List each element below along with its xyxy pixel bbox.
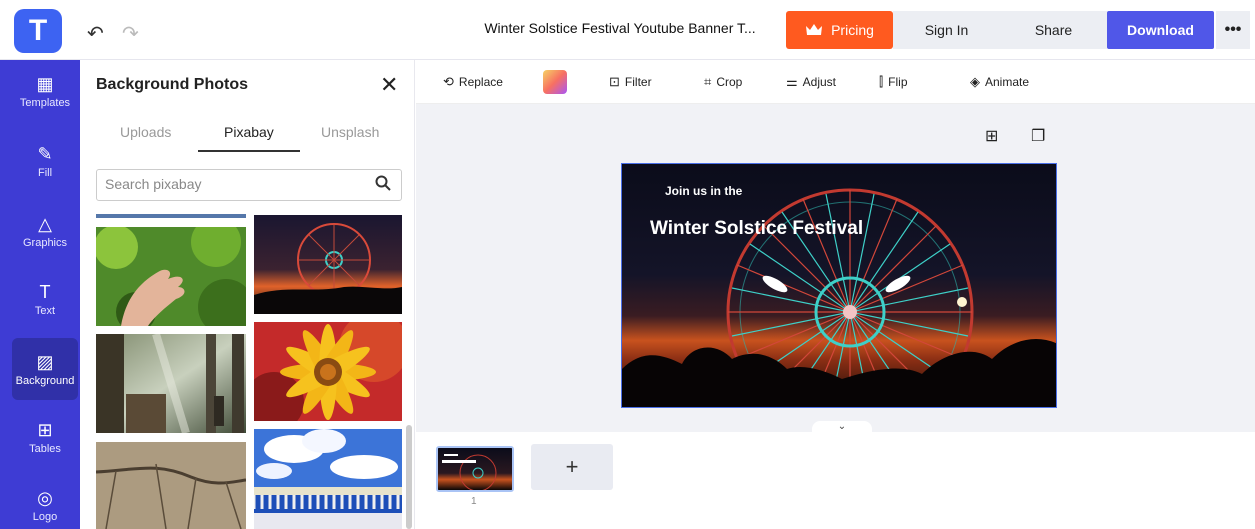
image-toolbar: ⟲ Replace ⊡ Filter ⌗ Crop ⚌ Adjust ⫿ Fli… — [416, 60, 1255, 104]
text-icon: T — [39, 281, 51, 302]
page-thumbnail[interactable] — [436, 446, 514, 492]
sidebar-item-fill[interactable]: ✎ Fill — [12, 130, 78, 192]
pricing-button[interactable]: Pricing — [786, 11, 893, 49]
tab-pixabay[interactable]: Pixabay — [224, 124, 274, 140]
left-nav: ▦ Templates ✎ Fill △ Graphics T Text ▨ B… — [0, 60, 80, 529]
layout-icon: ▦ — [36, 73, 54, 94]
search-input[interactable] — [105, 176, 365, 192]
sidebar-item-label: Tables — [29, 442, 61, 455]
flip-icon: ⫿ — [879, 74, 884, 89]
active-tab-indicator — [198, 150, 300, 152]
app-logo[interactable]: T — [14, 9, 62, 53]
page-number: 1 — [471, 496, 477, 507]
document-title[interactable]: Winter Solstice Festival Youtube Banner … — [460, 20, 780, 36]
photo-thumb-hand-leaves[interactable] — [96, 227, 246, 326]
sidebar-item-graphics[interactable]: △ Graphics — [12, 200, 78, 262]
banner-background-image — [622, 164, 1056, 407]
pages-strip: 1 + — [416, 432, 1255, 529]
photo-thumb-forest-shrine[interactable] — [96, 334, 246, 433]
crown-icon — [806, 24, 823, 35]
table-icon: ⊞ — [37, 419, 53, 440]
logo-icon: ◎ — [37, 487, 53, 508]
animate-label: Animate — [985, 75, 1030, 89]
sidebar-item-label: Fill — [37, 166, 53, 179]
duplicate-icon[interactable]: ❐ — [1031, 126, 1045, 146]
sidebar-item-label: Templates — [19, 96, 71, 109]
background-photos-panel: Background Photos ✕ Uploads Pixabay Unsp… — [80, 60, 415, 529]
color-swatch[interactable] — [543, 70, 567, 94]
photo-thumb-partial[interactable] — [96, 214, 246, 218]
redo-icon[interactable]: ↷ — [122, 24, 142, 44]
search-box — [96, 169, 402, 201]
sidebar-item-label: Text — [34, 304, 56, 317]
add-page-button[interactable]: + — [531, 444, 613, 490]
share-button[interactable]: Share — [1000, 11, 1107, 49]
background-icon: ▨ — [36, 351, 54, 372]
banner-canvas[interactable]: Join us in the Winter Solstice Festival — [621, 163, 1057, 408]
sidebar-item-templates[interactable]: ▦ Templates — [12, 60, 78, 122]
adjust-button[interactable]: ⚌ Adjust — [786, 74, 836, 90]
filter-label: Filter — [624, 75, 652, 89]
sidebar-item-label: Graphics — [22, 236, 68, 249]
sidebar-item-text[interactable]: T Text — [12, 268, 78, 330]
panel-title: Background Photos — [96, 76, 249, 93]
more-options-button[interactable]: ••• — [1216, 11, 1250, 49]
flip-button[interactable]: ⫿ Flip — [879, 74, 908, 90]
photo-thumb-yellow-flower[interactable] — [254, 322, 402, 421]
download-button[interactable]: Download — [1107, 11, 1214, 49]
tab-uploads[interactable]: Uploads — [120, 124, 171, 140]
photo-thumb-cracked-earth[interactable] — [96, 442, 246, 529]
banner-title[interactable]: Winter Solstice Festival — [650, 218, 863, 240]
sign-in-button[interactable]: Sign In — [893, 11, 1000, 49]
adjust-label: Adjust — [802, 75, 837, 89]
animate-button[interactable]: ◈ Animate — [970, 74, 1029, 90]
flip-label: Flip — [888, 75, 908, 89]
photo-thumb-ferris-wheel[interactable] — [254, 215, 402, 314]
pricing-label: Pricing — [831, 22, 874, 38]
app-root: T ↶ ↷ Winter Solstice Festival Youtube B… — [0, 0, 1255, 529]
canvas-area: ⊞ ❐ Join us in the Winter Solstice Festi… — [416, 104, 1255, 432]
panel-scrollbar[interactable] — [406, 425, 412, 529]
adjust-icon: ⚌ — [786, 74, 798, 89]
filter-button[interactable]: ⊡ Filter — [609, 74, 652, 90]
search-icon[interactable] — [375, 175, 391, 196]
close-icon[interactable]: ✕ — [380, 72, 398, 98]
photo-thumb-sky-railing[interactable] — [254, 429, 402, 529]
shapes-icon: △ — [38, 213, 52, 234]
crop-button[interactable]: ⌗ Crop — [704, 74, 742, 90]
top-bar: T ↶ ↷ Winter Solstice Festival Youtube B… — [0, 0, 1255, 60]
sidebar-item-label: Background — [15, 374, 75, 387]
animate-icon: ◈ — [970, 74, 980, 89]
replace-button[interactable]: ⟲ Replace — [443, 74, 503, 90]
undo-icon[interactable]: ↶ — [87, 24, 107, 44]
sidebar-item-tables[interactable]: ⊞ Tables — [12, 406, 78, 468]
crop-icon: ⌗ — [704, 74, 712, 89]
replace-label: Replace — [458, 75, 503, 89]
pen-icon: ✎ — [37, 143, 53, 164]
banner-subtitle[interactable]: Join us in the — [665, 184, 742, 198]
sidebar-item-logo[interactable]: ◎ Logo — [12, 474, 78, 529]
sidebar-item-label: Logo — [32, 510, 58, 523]
filter-icon: ⊡ — [609, 74, 620, 89]
replace-icon: ⟲ — [443, 74, 454, 89]
tab-unsplash[interactable]: Unsplash — [321, 124, 379, 140]
sidebar-item-background[interactable]: ▨ Background — [12, 338, 78, 400]
add-page-icon[interactable]: ⊞ — [985, 126, 998, 146]
crop-label: Crop — [716, 75, 743, 89]
